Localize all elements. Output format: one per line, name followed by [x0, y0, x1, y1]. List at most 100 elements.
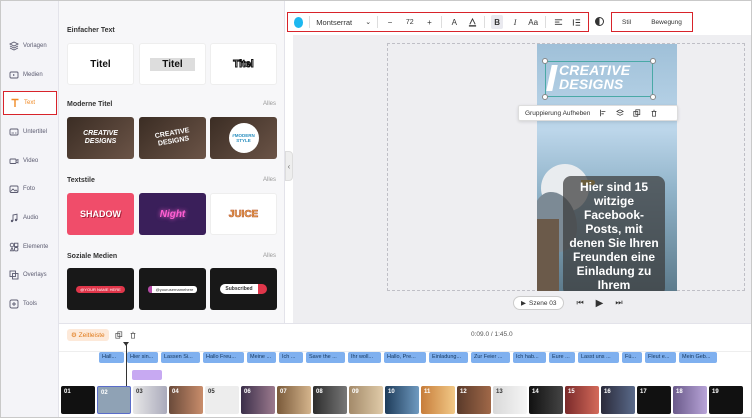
scene-clip[interactable]: 07: [277, 386, 311, 414]
scene-clip[interactable]: 16: [601, 386, 635, 414]
scene-clip[interactable]: 11: [421, 386, 455, 414]
next-icon[interactable]: ⏭: [615, 298, 622, 308]
align-icon[interactable]: [599, 109, 607, 117]
text-template-thumb[interactable]: JUICE: [210, 193, 277, 235]
text-case-button[interactable]: Aa: [527, 15, 539, 29]
text-clip[interactable]: Hall...: [99, 352, 124, 363]
text-template-thumb[interactable]: Titel: [67, 43, 134, 85]
scene-clip[interactable]: 08: [313, 386, 347, 414]
sidebar-item-untertitel[interactable]: Untertitel: [3, 120, 57, 144]
font-size-input[interactable]: 72: [402, 19, 417, 26]
text-clip[interactable]: Hallo, Pre...: [384, 352, 426, 363]
text-clip[interactable]: Fü...: [622, 352, 642, 363]
resize-handle[interactable]: [650, 94, 656, 100]
text-clip[interactable]: Ich ...: [279, 352, 303, 363]
resize-handle[interactable]: [650, 58, 656, 64]
scene-clip[interactable]: 15: [565, 386, 599, 414]
layers-icon[interactable]: [616, 109, 625, 117]
sidebar-item-medien[interactable]: Medien: [3, 63, 57, 87]
scene-clip[interactable]: 01: [61, 386, 95, 414]
resize-handle[interactable]: [542, 58, 548, 64]
text-clip[interactable]: Save the ...: [306, 352, 345, 363]
text-template-thumb[interactable]: #MODERN STYLE: [210, 117, 277, 159]
text-clip[interactable]: Hallo Freu...: [203, 352, 244, 363]
sidebar-item-vorlagen[interactable]: Vorlagen: [3, 34, 57, 58]
scene-clip[interactable]: 04: [169, 386, 203, 414]
contrast-icon[interactable]: [595, 17, 604, 26]
scene-clip[interactable]: 02: [97, 386, 131, 414]
scene-number: 16: [604, 389, 611, 395]
scene-clip[interactable]: 14: [529, 386, 563, 414]
text-template-thumb[interactable]: CREATIVE DESIGNS: [67, 117, 134, 159]
text-color-swatch[interactable]: [294, 16, 304, 28]
text-clip[interactable]: Fleut e...: [645, 352, 676, 363]
tab-bewegung[interactable]: Bewegung: [651, 19, 682, 26]
scene-clip[interactable]: 10: [385, 386, 419, 414]
collapse-panel-button[interactable]: ‹: [285, 151, 293, 181]
sidebar-item-foto[interactable]: Foto: [3, 177, 57, 201]
tab-stil[interactable]: Stil: [622, 19, 631, 26]
line-spacing-icon[interactable]: [570, 15, 582, 29]
scene-clip[interactable]: 17: [637, 386, 671, 414]
text-template-thumb[interactable]: @yourusernamehere: [139, 268, 206, 310]
sidebar-item-label: Tools: [23, 301, 38, 307]
caption-text[interactable]: Hier sind 15 witzige Facebook-Posts, mit…: [563, 176, 665, 291]
scene-clip[interactable]: 18: [673, 386, 707, 414]
scene-clip[interactable]: 06: [241, 386, 275, 414]
font-size-increase-button[interactable]: +: [423, 15, 435, 29]
sidebar-item-elemente[interactable]: Elemente: [3, 235, 57, 259]
ungroup-button[interactable]: Gruppierung Aufheben: [525, 110, 590, 117]
sidebar-item-overlays[interactable]: Overlays: [3, 263, 57, 287]
text-template-thumb[interactable]: @YOUR NAME HERE: [67, 268, 134, 310]
text-template-thumb[interactable]: SHADOW: [67, 193, 134, 235]
scene-clip[interactable]: 05: [205, 386, 239, 414]
text-clip[interactable]: Hier sin...: [127, 352, 158, 363]
italic-button[interactable]: I: [509, 15, 521, 29]
scene-clip[interactable]: 12: [457, 386, 491, 414]
scene-clip[interactable]: 13: [493, 386, 527, 414]
text-clip[interactable]: Lassen Si...: [161, 352, 200, 363]
font-style-button[interactable]: A: [448, 15, 460, 29]
text-template-thumb[interactable]: CREATIVE DESIGNS: [139, 117, 206, 159]
scene-clip[interactable]: 19: [709, 386, 743, 414]
previous-icon[interactable]: ⏮: [576, 298, 583, 308]
text-template-thumb[interactable]: Titel: [139, 43, 206, 85]
tools-icon: [9, 299, 19, 309]
text-clip[interactable]: Meine ...: [247, 352, 276, 363]
timeline-ruler[interactable]: [59, 344, 751, 352]
selection-box[interactable]: [545, 61, 653, 97]
text-template-thumb[interactable]: Night: [139, 193, 206, 235]
highlight-color-icon[interactable]: [466, 15, 478, 29]
sidebar-item-text[interactable]: Text: [3, 91, 57, 115]
text-template-thumb[interactable]: Titel: [210, 43, 277, 85]
font-size-decrease-button[interactable]: −: [384, 15, 396, 29]
duplicate-icon[interactable]: [115, 331, 123, 339]
scene-selector[interactable]: ▶ Szene 03: [513, 296, 565, 310]
text-clip[interactable]: Zur Feier ...: [471, 352, 510, 363]
play-icon[interactable]: ▶: [596, 298, 604, 309]
element-clip[interactable]: [132, 370, 162, 380]
text-clip[interactable]: Ich hab...: [513, 352, 546, 363]
font-family-select[interactable]: Montserrat ⌄: [316, 18, 371, 27]
timeline-badge[interactable]: ⚙ Zeitleiste: [67, 329, 109, 341]
align-icon[interactable]: [552, 15, 564, 29]
scene-clip[interactable]: 03: [133, 386, 167, 414]
scene-clip[interactable]: 09: [349, 386, 383, 414]
see-all-link[interactable]: Alles: [263, 253, 276, 259]
see-all-link[interactable]: Alles: [263, 101, 276, 107]
text-clip[interactable]: Ihr woll...: [348, 352, 381, 363]
trash-icon[interactable]: [129, 331, 137, 339]
sidebar-item-video[interactable]: Video: [3, 149, 57, 173]
sidebar-item-tools[interactable]: Tools: [3, 292, 57, 316]
see-all-link[interactable]: Alles: [263, 177, 276, 183]
text-clip[interactable]: Einladung...: [429, 352, 468, 363]
sidebar-item-audio[interactable]: Audio: [3, 206, 57, 230]
trash-icon[interactable]: [650, 109, 658, 117]
resize-handle[interactable]: [542, 94, 548, 100]
text-template-thumb[interactable]: Subscribed: [210, 268, 277, 310]
text-clip[interactable]: Eure ...: [549, 352, 575, 363]
text-clip[interactable]: Mein Geb...: [679, 352, 717, 363]
duplicate-icon[interactable]: [633, 109, 641, 117]
text-clip[interactable]: Lasst uns ...: [578, 352, 619, 363]
bold-button[interactable]: B: [491, 15, 504, 29]
